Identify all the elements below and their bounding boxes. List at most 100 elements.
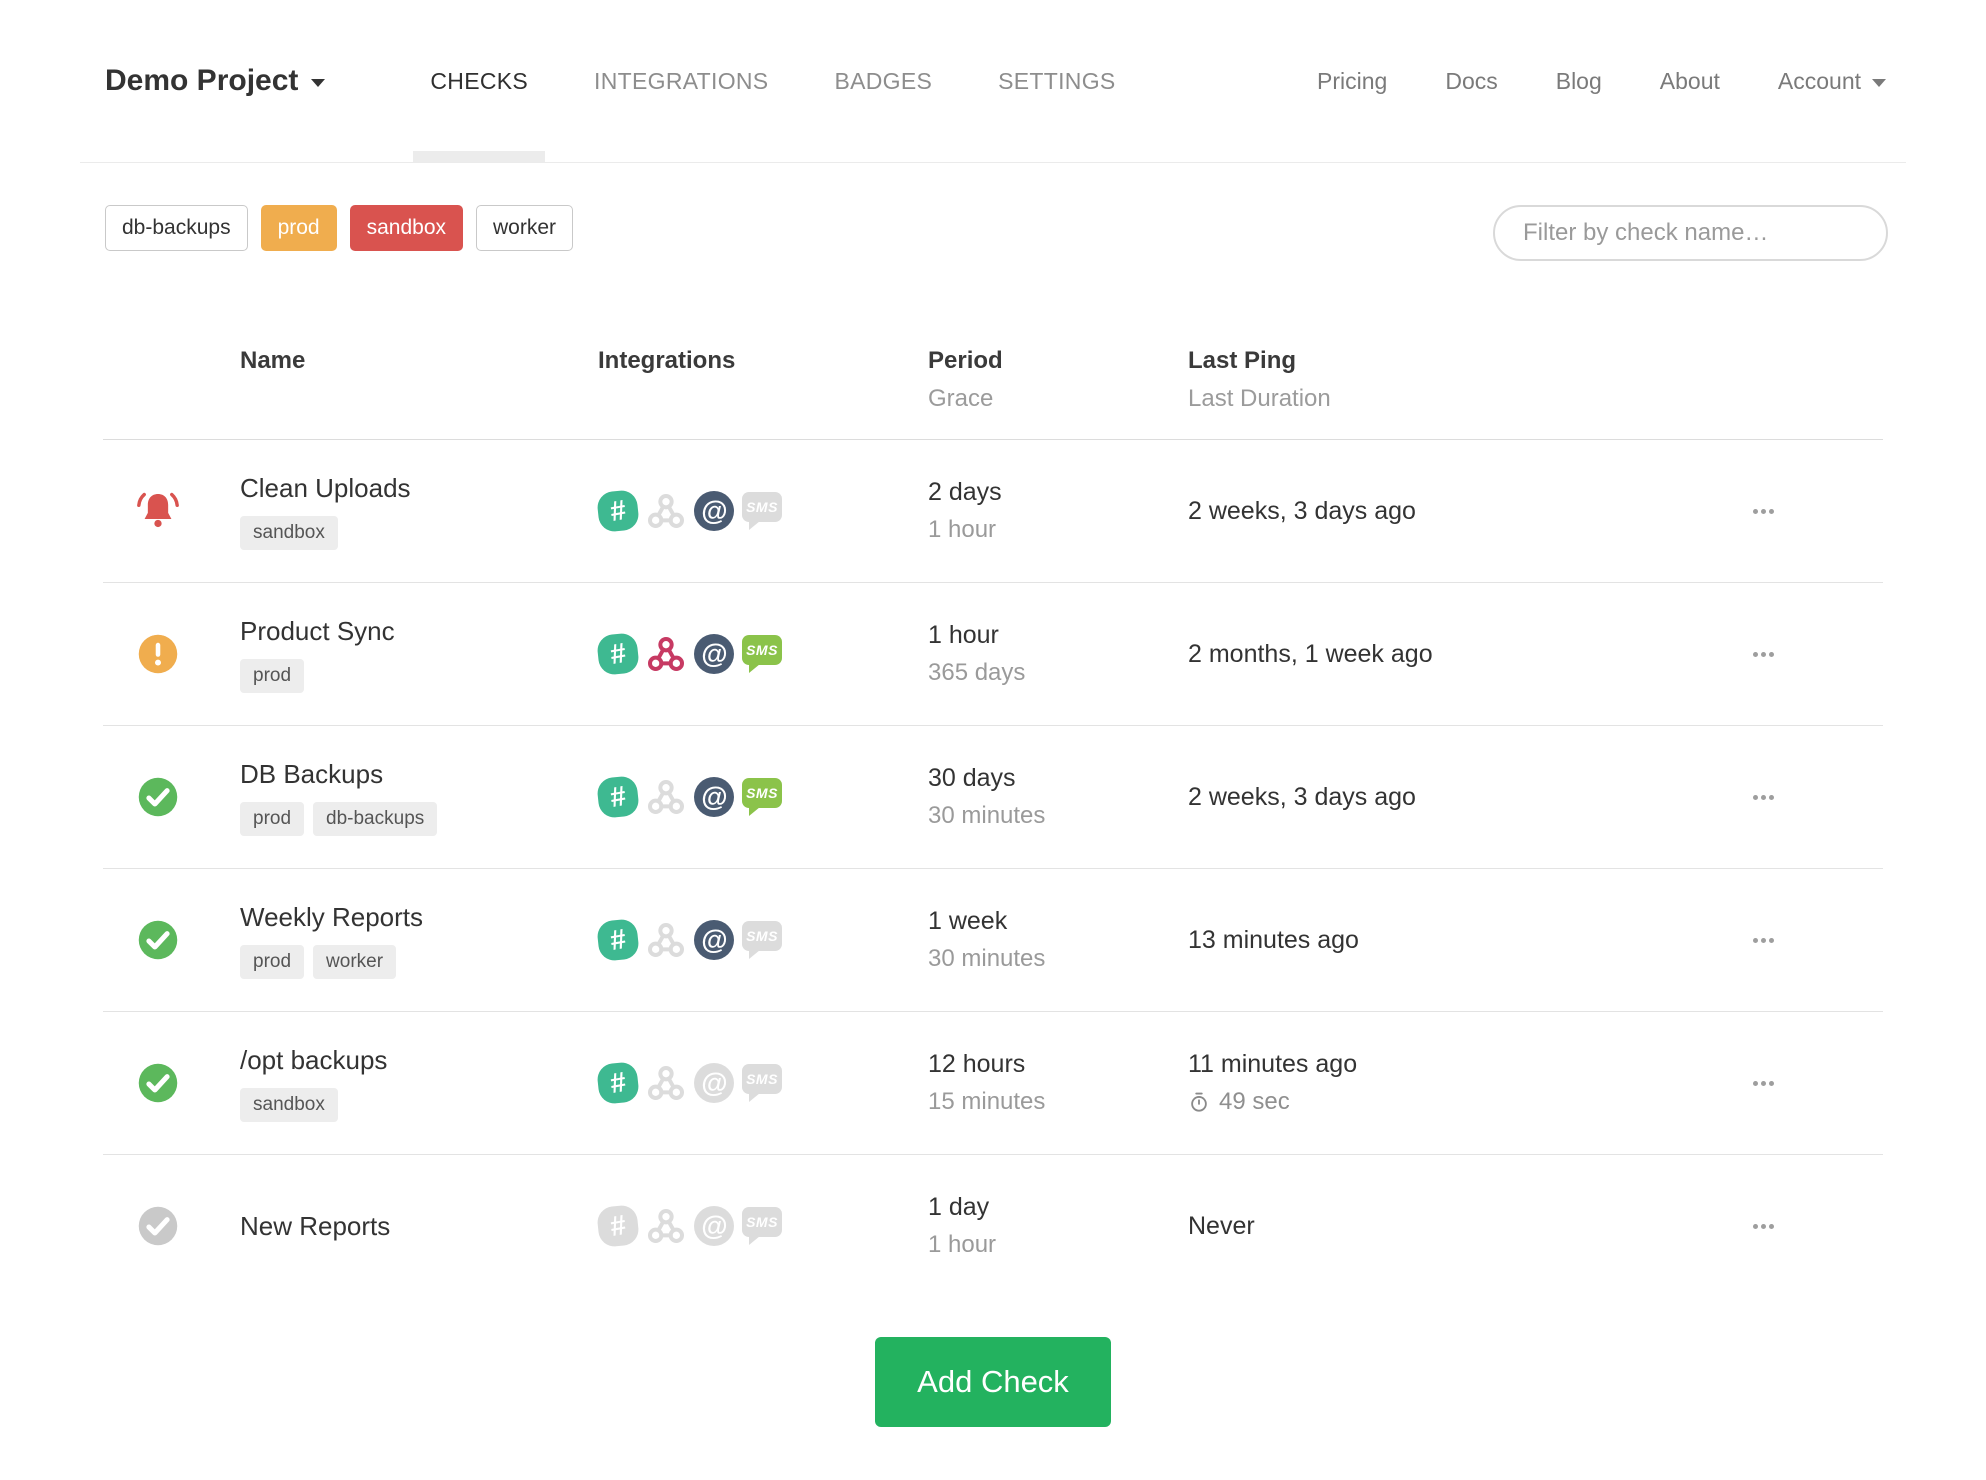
webhook-icon (646, 491, 686, 531)
period-cell: 2 days 1 hour (928, 478, 1188, 544)
check-tag: sandbox (240, 1087, 338, 1122)
nav-link-about[interactable]: About (1660, 68, 1720, 95)
slack-icon: # (596, 1061, 640, 1105)
check-name[interactable]: DB Backups (240, 759, 598, 790)
check-row: /opt backups sandbox # @ SMS 12 hours 15 m… (103, 1012, 1883, 1155)
check-tag: prod (240, 801, 305, 836)
check-name[interactable]: New Reports (240, 1211, 598, 1242)
slack-icon: # (596, 775, 640, 819)
header-status-col (103, 347, 240, 413)
row-menu-button[interactable] (1745, 787, 1782, 808)
integrations-cell: # @ SMS (596, 1061, 928, 1105)
check-tag: prod (240, 658, 305, 693)
menu-cell (1643, 1073, 1883, 1094)
nav-link-blog[interactable]: Blog (1556, 68, 1602, 95)
header-last-duration: Last Duration (1188, 385, 1331, 412)
last-ping-value: 2 weeks, 3 days ago (1188, 782, 1416, 811)
integrations-cell: # @ SMS (596, 775, 928, 819)
account-menu[interactable]: Account (1778, 68, 1886, 95)
last-ping-value: 13 minutes ago (1188, 925, 1359, 954)
last-ping-cell: 2 weeks, 3 days ago (1188, 783, 1643, 812)
table-body: Clean Uploads sandbox # @ SMS 2 days 1 hou… (103, 440, 1883, 1297)
integrations-cell: # @ SMS (596, 489, 928, 533)
grace-value: 15 minutes (928, 1088, 1046, 1115)
success-check-icon (135, 1060, 181, 1106)
check-tag: worker (313, 944, 397, 979)
check-tags: prod worker (240, 944, 598, 979)
filter-tag-worker[interactable]: worker (476, 205, 574, 252)
status-cell (103, 1060, 240, 1106)
header-grace: Grace (928, 385, 994, 412)
tab-integrations[interactable]: INTEGRATIONS (577, 0, 785, 162)
check-row: DB Backups prod db-backups # @ SMS 30 days … (103, 726, 1883, 869)
nav-link-docs[interactable]: Docs (1445, 68, 1497, 95)
period-value: 12 hours (928, 1050, 1026, 1078)
checks-table: Name Integrations Period Grace Last Ping… (103, 347, 1883, 1297)
nav-link-pricing[interactable]: Pricing (1317, 68, 1387, 95)
check-tag: db-backups (313, 801, 438, 836)
period-cell: 12 hours 15 minutes (928, 1050, 1188, 1116)
menu-cell (1643, 930, 1883, 951)
header-name: Name (240, 347, 306, 374)
search-box (1493, 205, 1888, 261)
project-name: Demo Project (105, 64, 299, 97)
check-name[interactable]: Weekly Reports (240, 902, 598, 933)
webhook-icon (646, 1206, 686, 1246)
filter-tag-sandbox[interactable]: sandbox (349, 205, 464, 252)
project-selector[interactable]: Demo Project (105, 64, 326, 98)
email-icon: @ (694, 1206, 734, 1246)
slack-icon: # (596, 1204, 640, 1248)
row-menu-button[interactable] (1745, 1216, 1782, 1237)
menu-cell (1643, 787, 1883, 808)
last-ping-value: 11 minutes ago (1188, 1050, 1358, 1078)
menu-cell (1643, 501, 1883, 522)
filter-tag-db-backups[interactable]: db-backups (105, 205, 248, 252)
check-name[interactable]: /opt backups (240, 1045, 598, 1076)
check-name[interactable]: Clean Uploads (240, 473, 598, 504)
filter-tag-prod[interactable]: prod (260, 205, 337, 252)
grace-value: 365 days (928, 659, 1026, 686)
header-period: Period Grace (928, 347, 1188, 413)
last-ping-cell: 11 minutes ago 49 sec (1188, 1050, 1643, 1116)
table-header: Name Integrations Period Grace Last Ping… (103, 347, 1883, 440)
row-menu-button[interactable] (1745, 644, 1782, 665)
last-ping-cell: 2 months, 1 week ago (1188, 640, 1643, 669)
success-check-icon (135, 917, 181, 963)
header-last-ping: Last Ping Last Duration (1188, 347, 1643, 413)
chevron-down-icon (311, 79, 326, 87)
row-menu-button[interactable] (1745, 930, 1782, 951)
stopwatch-icon (1191, 1092, 1207, 1112)
name-cell: Weekly Reports prod worker (240, 902, 598, 979)
last-ping-value: Never (1188, 1211, 1255, 1240)
name-cell: Product Sync prod (240, 616, 598, 693)
nav-links: Pricing Docs Blog About Account (1317, 68, 1886, 95)
tab-settings[interactable]: SETTINGS (981, 0, 1132, 162)
period-value: 1 hour (928, 621, 999, 649)
header-integrations: Integrations (598, 347, 736, 374)
tab-checks[interactable]: CHECKS (413, 0, 545, 162)
warning-icon (135, 631, 181, 677)
webhook-icon (646, 777, 686, 817)
row-menu-button[interactable] (1745, 501, 1782, 522)
sms-icon: SMS (742, 921, 782, 959)
filter-tags: db-backups prod sandbox worker (105, 205, 574, 252)
period-value: 1 day (928, 1193, 990, 1221)
check-tags: sandbox (240, 515, 598, 550)
status-cell (103, 917, 240, 963)
status-cell (103, 488, 240, 534)
check-tag: prod (240, 944, 305, 979)
integrations-cell: # @ SMS (596, 1204, 928, 1248)
tab-badges[interactable]: BADGES (817, 0, 949, 162)
nav-tabs: CHECKS INTEGRATIONS BADGES SETTINGS (397, 0, 1148, 162)
name-cell: Clean Uploads sandbox (240, 473, 598, 550)
row-menu-button[interactable] (1745, 1073, 1782, 1094)
add-check-button[interactable]: Add Check (875, 1337, 1111, 1427)
period-cell: 1 hour 365 days (928, 621, 1188, 687)
webhook-icon (646, 920, 686, 960)
name-cell: /opt backups sandbox (240, 1045, 598, 1122)
check-filter-input[interactable] (1493, 205, 1888, 261)
name-cell: DB Backups prod db-backups (240, 759, 598, 836)
grace-value: 30 minutes (928, 802, 1046, 829)
check-name[interactable]: Product Sync (240, 616, 598, 647)
menu-cell (1643, 644, 1883, 665)
